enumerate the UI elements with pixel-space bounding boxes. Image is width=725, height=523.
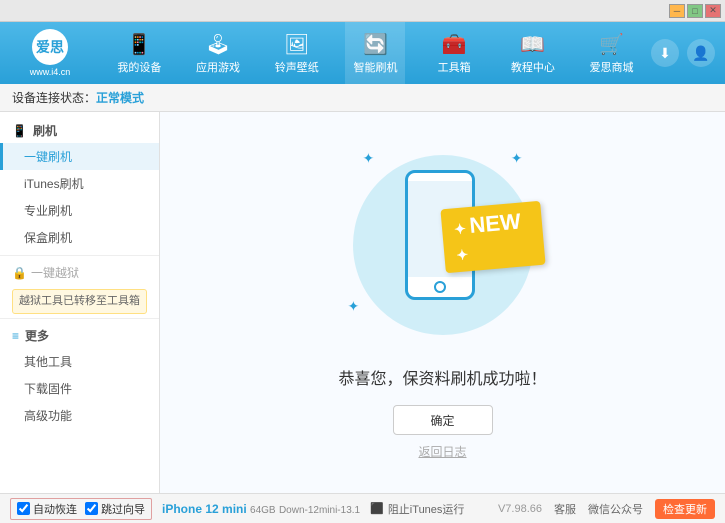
smart-flash-label: 智能刷机	[353, 59, 397, 75]
more-section-icon: ≡	[12, 329, 19, 343]
close-button[interactable]: ✕	[705, 4, 721, 18]
content-area: ✦ ✦ ✦ NEW 恭喜您，保资料刷机成功啦！ 确定 返回日志	[160, 112, 725, 493]
flash-section-icon: 📱	[12, 124, 27, 138]
user-button[interactable]: 👤	[687, 39, 715, 67]
sidebar-section-flash: 📱 刷机	[0, 118, 159, 143]
tutorial-label: 教程中心	[511, 59, 555, 75]
status-prefix: 设备连接状态：	[12, 89, 96, 106]
lock-icon: 🔒	[12, 266, 27, 280]
nav-right: ⬇ 👤	[651, 39, 725, 67]
sidebar-divider-1	[0, 255, 159, 256]
nav-my-device[interactable]: 📱 我的设备	[109, 22, 169, 84]
sidebar-divider-2	[0, 318, 159, 319]
sparkle-tr: ✦	[511, 150, 523, 167]
itunes-notice: ⬛ 阻止iTunes运行	[370, 501, 464, 517]
auto-connect-checkbox[interactable]: 自动恢连	[17, 501, 77, 517]
sparkle-tl: ✦	[363, 150, 375, 167]
sidebar: 📱 刷机 一键刷机 iTunes刷机 专业刷机 保盒刷机 🔒 一键越狱 越狱工具…	[0, 112, 160, 493]
sidebar-item-itunes-flash[interactable]: iTunes刷机	[0, 170, 159, 197]
tutorial-icon: 📖	[520, 32, 545, 57]
ringtone-icon: 🖼	[284, 32, 309, 57]
bottom-right: V7.98.66 客服 微信公众号 检查更新	[498, 499, 715, 519]
nav-toolbox[interactable]: 🧰 工具箱	[424, 22, 484, 84]
toolbox-label: 工具箱	[438, 59, 471, 75]
device-storage: 64GB	[250, 505, 276, 516]
main-layout: 📱 刷机 一键刷机 iTunes刷机 专业刷机 保盒刷机 🔒 一键越狱 越狱工具…	[0, 112, 725, 493]
confirm-button[interactable]: 确定	[393, 405, 493, 435]
more-section-title: 更多	[25, 327, 49, 344]
store-icon: 🛒	[599, 32, 624, 57]
bottom-checkboxes: 自动恢连 跳过向导	[10, 498, 152, 520]
customer-service-link[interactable]: 客服	[554, 501, 576, 517]
sidebar-item-other-tools[interactable]: 其他工具	[0, 348, 159, 375]
logo-url: www.i4.cn	[30, 67, 71, 77]
nav-ringtone-wallpaper[interactable]: 🖼 铃声壁纸	[267, 22, 327, 84]
status-bar: 设备连接状态： 正常模式	[0, 84, 725, 112]
sidebar-item-advanced[interactable]: 高级功能	[0, 402, 159, 429]
smart-flash-icon: 🔄	[363, 32, 388, 57]
check-update-button[interactable]: 检查更新	[655, 499, 715, 519]
flash-section-title: 刷机	[33, 122, 57, 139]
device-name: iPhone 12 mini	[162, 502, 247, 516]
apps-games-icon: 🕹	[205, 32, 230, 57]
nav-store[interactable]: 🛒 爱思商城	[582, 22, 642, 84]
device-info: iPhone 12 mini 64GB Down-12mini-13.1	[162, 502, 360, 516]
maximize-button[interactable]: □	[687, 4, 703, 18]
top-nav: 爱思 www.i4.cn 📱 我的设备 🕹 应用游戏 🖼 铃声壁纸 🔄 智能刷机…	[0, 22, 725, 84]
success-text: 恭喜您，保资料刷机成功啦！	[338, 365, 546, 389]
nav-tutorial[interactable]: 📖 教程中心	[503, 22, 563, 84]
skip-wizard-checkbox[interactable]: 跳过向导	[85, 501, 145, 517]
return-link[interactable]: 返回日志	[418, 443, 466, 460]
sparkle-bl: ✦	[348, 298, 360, 315]
logo-icon: 爱思	[32, 29, 68, 65]
my-device-icon: 📱	[127, 32, 152, 57]
sidebar-item-save-flash[interactable]: 保盒刷机	[0, 224, 159, 251]
sidebar-item-pro-flash[interactable]: 专业刷机	[0, 197, 159, 224]
phone-home-btn	[434, 281, 446, 293]
bottom-left: 自动恢连 跳过向导 iPhone 12 mini 64GB Down-12min…	[10, 498, 464, 520]
sidebar-item-one-click-flash[interactable]: 一键刷机	[0, 143, 159, 170]
skip-wizard-input[interactable]	[85, 502, 98, 515]
auto-connect-input[interactable]	[17, 502, 30, 515]
phone-illustration: ✦ ✦ ✦ NEW	[343, 145, 543, 345]
download-button[interactable]: ⬇	[651, 39, 679, 67]
nav-items: 📱 我的设备 🕹 应用游戏 🖼 铃声壁纸 🔄 智能刷机 🧰 工具箱 📖 教程中心…	[100, 22, 651, 84]
my-device-label: 我的设备	[117, 59, 161, 75]
title-bar: ─ □ ✕	[0, 0, 725, 22]
sidebar-section-more: ≡ 更多	[0, 323, 159, 348]
itunes-icon: ⬛	[370, 502, 384, 515]
new-badge: NEW	[440, 201, 545, 273]
wechat-public-link[interactable]: 微信公众号	[588, 501, 643, 517]
logo-area: 爱思 www.i4.cn	[0, 23, 100, 83]
jailbreak-notice: 越狱工具已转移至工具箱	[12, 289, 147, 314]
ringtone-label: 铃声壁纸	[275, 59, 319, 75]
sidebar-section-jailbreak: 🔒 一键越狱	[0, 260, 159, 285]
nav-smart-flash[interactable]: 🔄 智能刷机	[345, 22, 405, 84]
jailbreak-title: 一键越狱	[31, 264, 79, 281]
store-label: 爱思商城	[590, 59, 634, 75]
bottom-bar: 自动恢连 跳过向导 iPhone 12 mini 64GB Down-12min…	[0, 493, 725, 523]
nav-apps-games[interactable]: 🕹 应用游戏	[188, 22, 248, 84]
status-value: 正常模式	[96, 89, 144, 106]
apps-games-label: 应用游戏	[196, 59, 240, 75]
toolbox-icon: 🧰	[442, 32, 467, 57]
version-text: V7.98.66	[498, 503, 542, 515]
minimize-button[interactable]: ─	[669, 4, 685, 18]
device-model: Down-12mini-13.1	[279, 505, 360, 516]
sidebar-item-download-firmware[interactable]: 下载固件	[0, 375, 159, 402]
